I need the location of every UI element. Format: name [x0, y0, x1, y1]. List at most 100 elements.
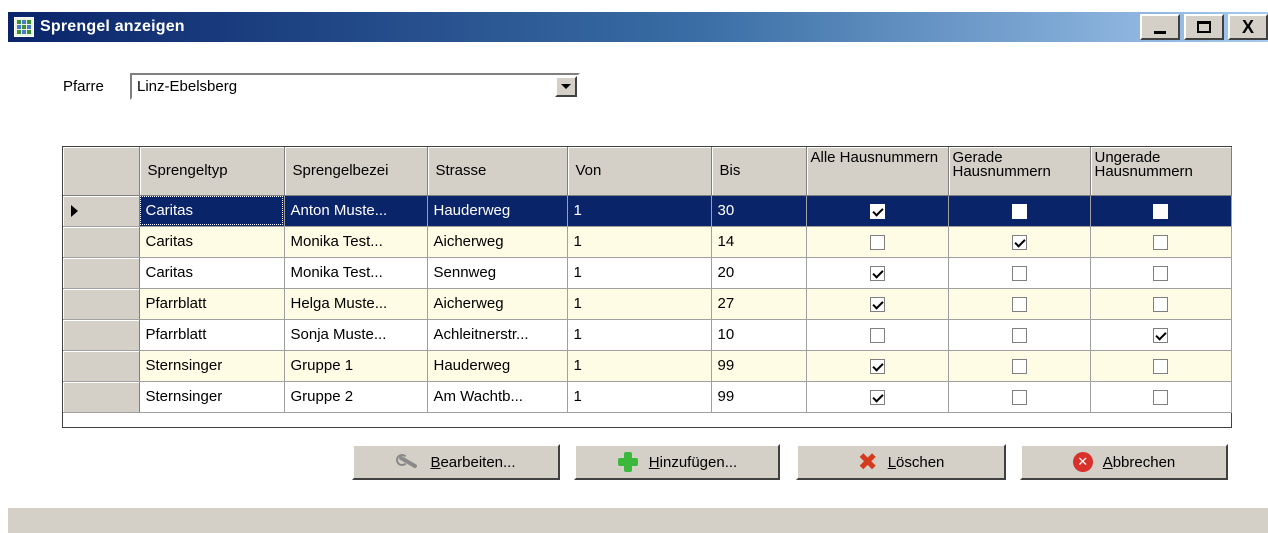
- cell-sprengeltyp[interactable]: Caritas: [139, 257, 285, 289]
- cell-gerade: [948, 226, 1091, 258]
- cell-von[interactable]: 1: [567, 381, 712, 413]
- column-header-strasse[interactable]: Strasse: [427, 147, 568, 196]
- row-header[interactable]: [63, 288, 140, 320]
- minimize-button[interactable]: [1140, 14, 1180, 40]
- cell-strasse[interactable]: Hauderweg: [427, 350, 568, 382]
- column-header-alle[interactable]: Alle Hausnummern: [806, 147, 949, 196]
- ungerade-hausnummern-checkbox[interactable]: [1153, 296, 1168, 312]
- alle-hausnummern-checkbox[interactable]: [869, 234, 885, 250]
- gerade-hausnummern-checkbox[interactable]: [1011, 358, 1027, 374]
- cell-von[interactable]: 1: [567, 288, 712, 320]
- gerade-hausnummern-checkbox[interactable]: [1011, 296, 1027, 312]
- cell-bis[interactable]: 30: [711, 195, 807, 227]
- status-bar: [8, 508, 1268, 533]
- cell-sprengeltyp[interactable]: Sternsinger: [139, 350, 285, 382]
- app-icon: [14, 17, 34, 37]
- cell-strasse[interactable]: Am Wachtb...: [427, 381, 568, 413]
- cell-sprengelbezeichnung[interactable]: Anton Muste...: [284, 195, 428, 227]
- cancel-icon: ✕: [1072, 452, 1093, 472]
- cell-strasse[interactable]: Achleitnerstr...: [427, 319, 568, 351]
- table-row[interactable]: Pfarrblatt Sonja Muste... Achleitnerstr...…: [63, 319, 1232, 351]
- table-row[interactable]: Caritas Anton Muste... Hauderweg 1 30: [63, 195, 1232, 227]
- row-header[interactable]: [63, 195, 140, 227]
- cell-bis[interactable]: 20: [711, 257, 807, 289]
- cell-sprengelbezeichnung[interactable]: Monika Test...: [284, 257, 428, 289]
- gerade-hausnummern-checkbox[interactable]: [1011, 265, 1027, 281]
- ungerade-hausnummern-checkbox[interactable]: [1153, 389, 1168, 405]
- column-header-von[interactable]: Von: [567, 147, 712, 196]
- cell-bis[interactable]: 14: [711, 226, 807, 258]
- row-header[interactable]: [63, 319, 140, 351]
- cell-strasse[interactable]: Aicherweg: [427, 226, 568, 258]
- pfarre-select[interactable]: Linz-Ebelsberg: [130, 73, 580, 100]
- column-header-bis[interactable]: Bis: [711, 147, 807, 196]
- table-row[interactable]: Caritas Monika Test... Sennweg 1 20: [63, 257, 1232, 289]
- cell-sprengelbezeichnung[interactable]: Gruppe 2: [284, 381, 428, 413]
- cell-sprengeltyp[interactable]: Sternsinger: [139, 381, 285, 413]
- cell-gerade: [948, 319, 1091, 351]
- gerade-hausnummern-checkbox[interactable]: [1011, 234, 1027, 250]
- cell-bis[interactable]: 10: [711, 319, 807, 351]
- cell-von[interactable]: 1: [567, 195, 712, 227]
- cell-sprengelbezeichnung[interactable]: Sonja Muste...: [284, 319, 428, 351]
- ungerade-hausnummern-checkbox[interactable]: [1153, 358, 1168, 374]
- gerade-hausnummern-checkbox[interactable]: [1011, 327, 1027, 343]
- alle-hausnummern-checkbox[interactable]: [869, 358, 885, 374]
- ungerade-hausnummern-checkbox[interactable]: [1153, 265, 1168, 281]
- cell-sprengelbezeichnung[interactable]: Gruppe 1: [284, 350, 428, 382]
- alle-hausnummern-checkbox[interactable]: [869, 327, 885, 343]
- gerade-hausnummern-checkbox[interactable]: [1011, 389, 1027, 405]
- alle-hausnummern-checkbox[interactable]: [869, 203, 885, 219]
- cell-bis[interactable]: 99: [711, 350, 807, 382]
- cell-strasse[interactable]: Hauderweg: [427, 195, 568, 227]
- cell-von[interactable]: 1: [567, 257, 712, 289]
- row-header[interactable]: [63, 257, 140, 289]
- cell-sprengeltyp[interactable]: Pfarrblatt: [139, 288, 285, 320]
- column-header-sprengelbezeichnung[interactable]: Sprengelbezei: [284, 147, 428, 196]
- ungerade-hausnummern-checkbox[interactable]: [1153, 234, 1168, 250]
- cell-sprengelbezeichnung[interactable]: Helga Muste...: [284, 288, 428, 320]
- alle-hausnummern-checkbox[interactable]: [869, 389, 885, 405]
- bearbeiten-button[interactable]: Bearbeiten...: [352, 444, 560, 480]
- cell-sprengeltyp[interactable]: Caritas: [139, 195, 285, 227]
- title-bar[interactable]: Sprengel anzeigen X: [8, 12, 1268, 42]
- alle-hausnummern-checkbox[interactable]: [869, 265, 885, 281]
- column-header-gerade[interactable]: Gerade Hausnummern: [948, 147, 1091, 196]
- cell-alle: [806, 195, 949, 227]
- cell-strasse[interactable]: Sennweg: [427, 257, 568, 289]
- minimize-icon: [1154, 30, 1166, 34]
- cell-sprengeltyp[interactable]: Pfarrblatt: [139, 319, 285, 351]
- column-header-ungerade[interactable]: Ungerade Hausnummern: [1090, 147, 1232, 196]
- cell-bis[interactable]: 27: [711, 288, 807, 320]
- gerade-hausnummern-checkbox[interactable]: [1011, 203, 1027, 219]
- table-row[interactable]: Sternsinger Gruppe 1 Hauderweg 1 99: [63, 350, 1232, 382]
- close-button[interactable]: X: [1228, 14, 1268, 40]
- cell-ungerade: [1090, 381, 1232, 413]
- cell-von[interactable]: 1: [567, 350, 712, 382]
- delete-x-icon: ✖: [857, 448, 878, 476]
- maximize-button[interactable]: [1184, 14, 1224, 40]
- hinzufuegen-button[interactable]: Hinzufügen...: [574, 444, 780, 480]
- table-row[interactable]: Caritas Monika Test... Aicherweg 1 14: [63, 226, 1232, 258]
- pfarre-dropdown-button[interactable]: [555, 76, 577, 97]
- row-header[interactable]: [63, 381, 140, 413]
- cell-von[interactable]: 1: [567, 226, 712, 258]
- cell-alle: [806, 350, 949, 382]
- abbrechen-button[interactable]: ✕ Abbrechen: [1020, 444, 1228, 480]
- cell-sprengeltyp[interactable]: Caritas: [139, 226, 285, 258]
- cell-sprengelbezeichnung[interactable]: Monika Test...: [284, 226, 428, 258]
- loeschen-button[interactable]: ✖ Löschen: [796, 444, 1006, 480]
- table-row[interactable]: Pfarrblatt Helga Muste... Aicherweg 1 27: [63, 288, 1232, 320]
- cell-strasse[interactable]: Aicherweg: [427, 288, 568, 320]
- row-header[interactable]: [63, 350, 140, 382]
- ungerade-hausnummern-checkbox[interactable]: [1153, 327, 1168, 343]
- table-row[interactable]: Sternsinger Gruppe 2 Am Wachtb... 1 99: [63, 381, 1232, 413]
- row-header[interactable]: [63, 226, 140, 258]
- cell-bis[interactable]: 99: [711, 381, 807, 413]
- cell-von[interactable]: 1: [567, 319, 712, 351]
- ungerade-hausnummern-checkbox[interactable]: [1153, 203, 1168, 219]
- sprengel-grid[interactable]: Sprengeltyp Sprengelbezei Strasse Von Bi…: [62, 146, 1232, 428]
- cell-alle: [806, 257, 949, 289]
- alle-hausnummern-checkbox[interactable]: [869, 296, 885, 312]
- column-header-sprengeltyp[interactable]: Sprengeltyp: [139, 147, 285, 196]
